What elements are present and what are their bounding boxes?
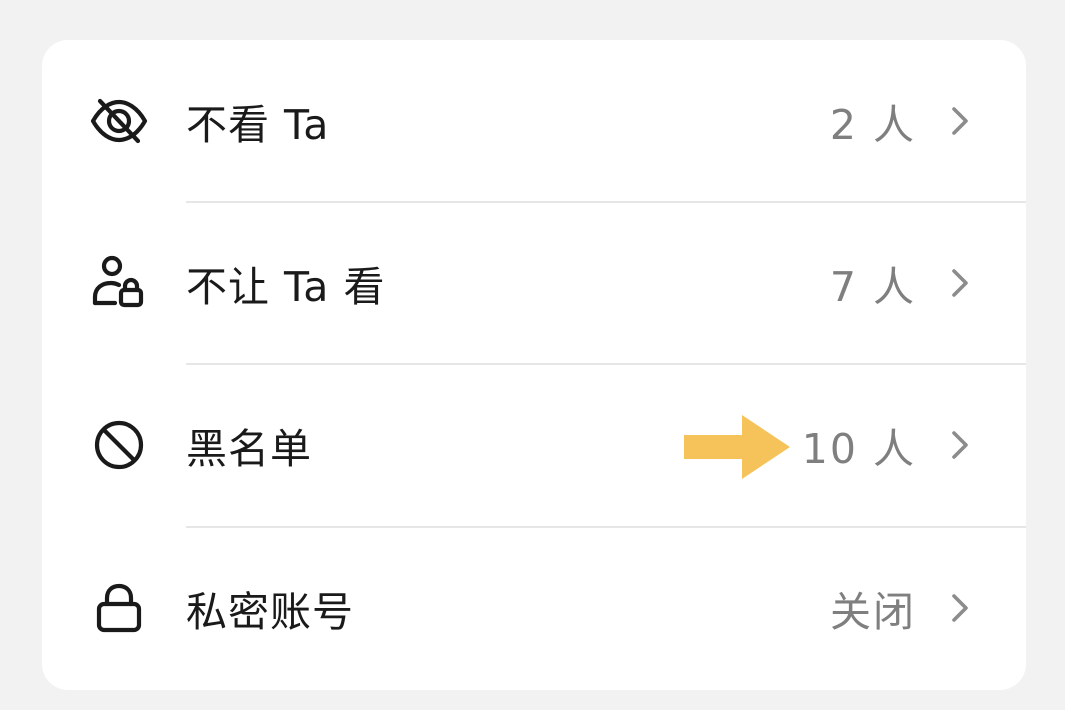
row-value: 10 人	[801, 425, 916, 473]
chevron-right-icon	[946, 425, 974, 465]
lock-icon	[87, 576, 151, 640]
row-value: 2 人	[829, 101, 916, 149]
privacy-settings-card: 不看 Ta 2 人 不让 Ta 看 7 人 黑名单 10 人 私密账号 关闭	[42, 40, 1026, 690]
row-label: 不看 Ta	[186, 101, 330, 149]
row-hide-from-feed[interactable]: 不看 Ta 2 人	[42, 40, 1026, 202]
chevron-right-icon	[946, 263, 974, 303]
chevron-right-icon	[946, 101, 974, 141]
user-lock-icon	[87, 251, 151, 315]
row-value: 7 人	[829, 263, 916, 311]
row-hide-my-posts[interactable]: 不让 Ta 看 7 人	[42, 202, 1026, 364]
eye-off-icon	[87, 89, 151, 153]
chevron-right-icon	[946, 588, 974, 628]
block-icon	[87, 413, 151, 477]
row-label: 不让 Ta 看	[186, 263, 386, 311]
annotation-arrow-icon	[684, 415, 790, 479]
row-blacklist[interactable]: 黑名单 10 人	[42, 364, 1026, 526]
row-private-account[interactable]: 私密账号 关闭	[42, 527, 1026, 689]
row-label: 私密账号	[186, 588, 354, 636]
row-value: 关闭	[830, 588, 916, 636]
row-label: 黑名单	[186, 425, 312, 473]
